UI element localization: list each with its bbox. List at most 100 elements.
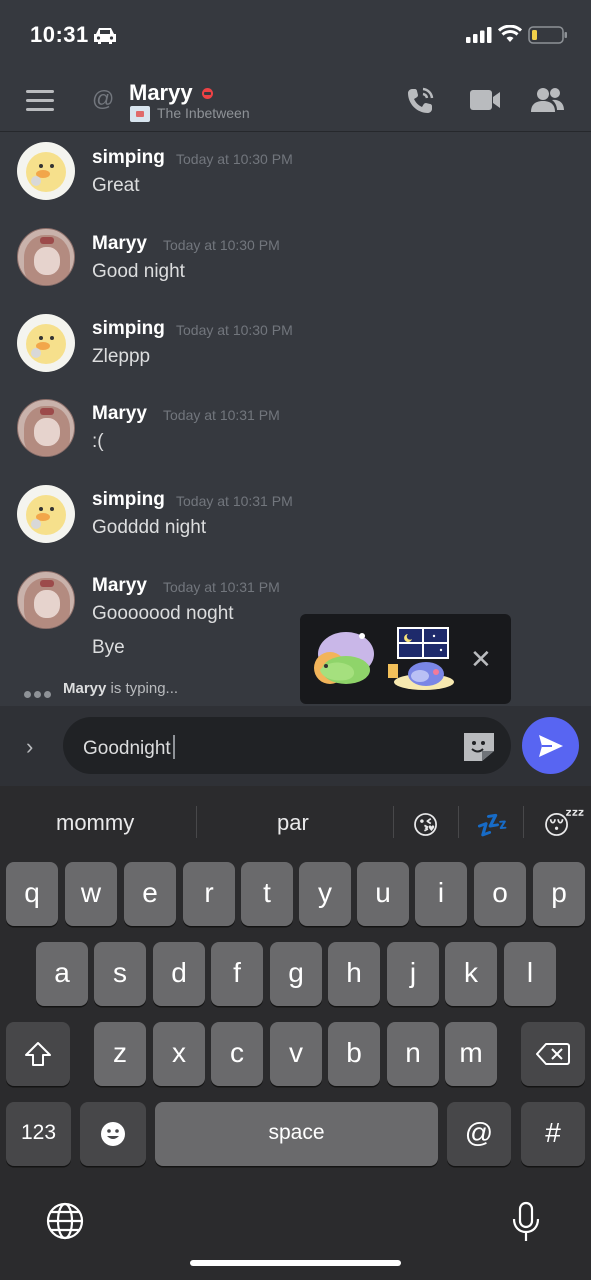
at-key[interactable]: @ — [447, 1102, 511, 1166]
message-content: Bye — [92, 637, 125, 658]
message-author[interactable]: Maryy — [92, 233, 147, 255]
suggestion-emoji[interactable]: 😘 — [412, 810, 439, 841]
send-button[interactable] — [522, 717, 579, 774]
emoji-icon — [101, 1122, 125, 1146]
key-n[interactable]: n — [387, 1022, 439, 1086]
key-w[interactable]: w — [65, 862, 117, 926]
ios-keyboard: mommy par 😘 💤 😴 q w e r t y u i o p a s … — [0, 786, 591, 1280]
key-u[interactable]: u — [357, 862, 409, 926]
message-input[interactable]: Goodnight — [63, 717, 511, 774]
sleepy-bird-sticker[interactable] — [306, 626, 376, 692]
signal-icon — [466, 27, 492, 43]
backspace-key[interactable] — [521, 1022, 585, 1086]
shift-key[interactable] — [6, 1022, 70, 1086]
battery-icon — [528, 26, 567, 44]
close-icon[interactable]: ✕ — [470, 646, 492, 672]
key-h[interactable]: h — [328, 942, 380, 1006]
suggestion-emoji[interactable]: 😴 — [543, 810, 585, 841]
key-k[interactable]: k — [445, 942, 497, 1006]
message-content: Zleppp — [92, 346, 151, 367]
wifi-icon — [498, 25, 522, 42]
status-time: 10:31 — [30, 22, 89, 47]
message-list[interactable]: simping Today at 10:30 PM Great Maryy To… — [0, 133, 591, 673]
key-c[interactable]: c — [211, 1022, 263, 1086]
suggestion-bar: mommy par 😘 💤 😴 — [0, 786, 591, 858]
message-author[interactable]: Maryy — [92, 403, 147, 425]
key-i[interactable]: i — [415, 862, 467, 926]
message-author[interactable]: simping — [92, 147, 165, 169]
key-x[interactable]: x — [153, 1022, 205, 1086]
suggestion-emoji[interactable]: 💤 — [476, 810, 508, 841]
text-caret — [172, 735, 175, 759]
hamburger-icon[interactable] — [26, 90, 54, 112]
suggestion-word[interactable]: par — [277, 810, 309, 836]
video-call-icon[interactable] — [469, 88, 501, 112]
key-d[interactable]: d — [153, 942, 205, 1006]
typing-indicator: Maryy is typing... — [0, 673, 300, 705]
numbers-key[interactable]: 123 — [6, 1102, 71, 1166]
message-content: Great — [92, 175, 140, 196]
key-j[interactable]: j — [387, 942, 439, 1006]
members-icon[interactable] — [530, 86, 566, 114]
status-bar: 10:31 — [0, 0, 591, 72]
backspace-icon — [536, 1043, 570, 1065]
call-icon[interactable] — [405, 86, 437, 116]
key-p[interactable]: p — [533, 862, 585, 926]
sleeping-character-sticker[interactable] — [386, 624, 454, 694]
message-timestamp: Today at 10:30 PM — [176, 322, 293, 338]
key-f[interactable]: f — [211, 942, 263, 1006]
typing-user: Maryy — [63, 680, 107, 697]
key-m[interactable]: m — [445, 1022, 497, 1086]
message-content: Good night — [92, 261, 185, 282]
globe-icon[interactable] — [46, 1202, 84, 1240]
avatar[interactable] — [17, 142, 75, 200]
suggestion-word[interactable]: mommy — [56, 810, 134, 836]
hash-key[interactable]: # — [521, 1102, 585, 1166]
key-l[interactable]: l — [504, 942, 556, 1006]
space-key[interactable]: space — [155, 1102, 438, 1166]
key-r[interactable]: r — [183, 862, 235, 926]
sticker-icon[interactable] — [461, 729, 497, 763]
key-o[interactable]: o — [474, 862, 526, 926]
key-b[interactable]: b — [328, 1022, 380, 1086]
composer: › Goodnight — [0, 706, 591, 786]
key-q[interactable]: q — [6, 862, 58, 926]
shift-icon — [25, 1042, 51, 1066]
message-author[interactable]: simping — [92, 489, 165, 511]
avatar[interactable] — [17, 314, 75, 372]
message-timestamp: Today at 10:31 PM — [163, 579, 280, 595]
mutual-server-name[interactable]: The Inbetween — [157, 105, 250, 121]
message-content: :( — [92, 431, 104, 452]
avatar[interactable] — [17, 399, 75, 457]
message-content: Gooooood noght — [92, 603, 234, 624]
message-author[interactable]: simping — [92, 318, 165, 340]
key-y[interactable]: y — [299, 862, 351, 926]
avatar[interactable] — [17, 571, 75, 629]
typing-label: is typing... — [106, 680, 179, 697]
message-author[interactable]: Maryy — [92, 575, 147, 597]
key-g[interactable]: g — [270, 942, 322, 1006]
dm-recipient-name[interactable]: Maryy — [129, 80, 193, 106]
message-content: Godddd night — [92, 517, 207, 538]
message-timestamp: Today at 10:30 PM — [176, 151, 293, 167]
emoji-key[interactable] — [80, 1102, 146, 1166]
avatar[interactable] — [17, 228, 75, 286]
sticker-suggestion-popup: ✕ — [300, 614, 511, 704]
avatar[interactable] — [17, 485, 75, 543]
message-timestamp: Today at 10:31 PM — [176, 493, 293, 509]
typing-dots-icon — [24, 685, 54, 703]
channel-header: @ Maryy The Inbetween — [0, 72, 591, 132]
server-icon — [130, 106, 150, 122]
microphone-icon[interactable] — [511, 1201, 541, 1243]
key-e[interactable]: e — [124, 862, 176, 926]
key-a[interactable]: a — [36, 942, 88, 1006]
key-s[interactable]: s — [94, 942, 146, 1006]
key-t[interactable]: t — [241, 862, 293, 926]
key-v[interactable]: v — [270, 1022, 322, 1086]
car-icon — [94, 28, 116, 44]
dnd-status-icon — [202, 88, 213, 99]
key-z[interactable]: z — [94, 1022, 146, 1086]
expand-chevron-icon[interactable]: › — [26, 734, 33, 760]
home-indicator[interactable] — [190, 1260, 401, 1266]
message-input-value[interactable]: Goodnight — [83, 738, 171, 759]
